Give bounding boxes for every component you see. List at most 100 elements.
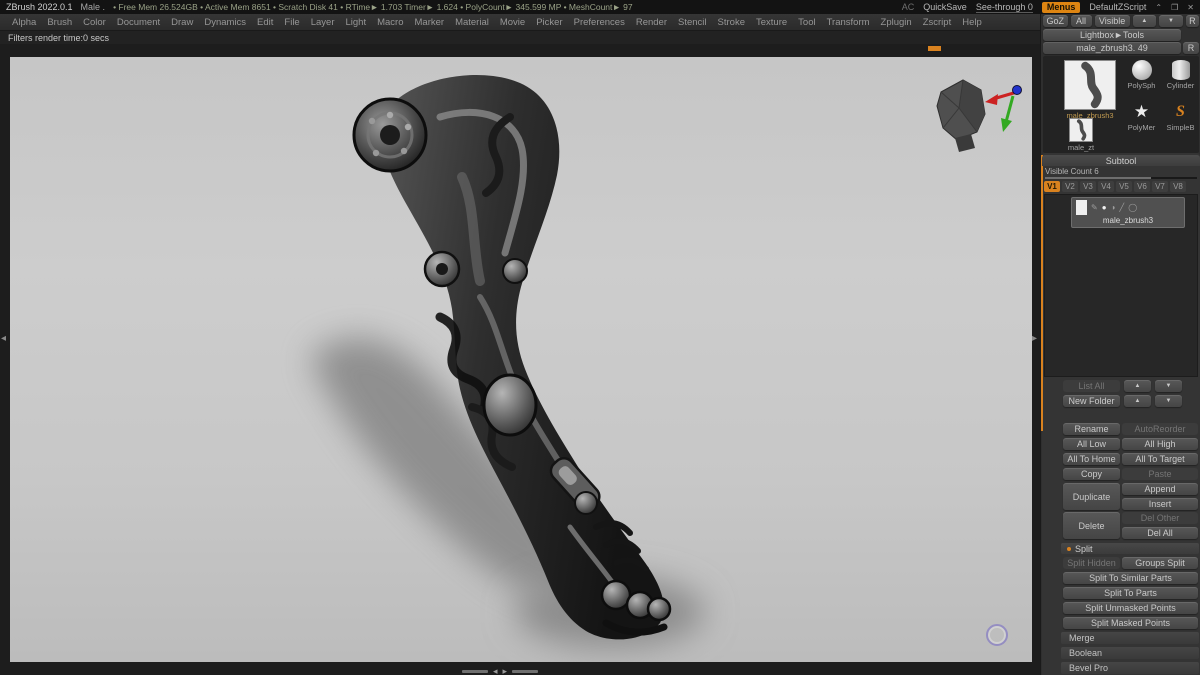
subtool-tab-v6[interactable]: V6 bbox=[1134, 181, 1150, 192]
tool-thumb-polysph[interactable]: PolySph bbox=[1123, 60, 1160, 90]
section-boolean[interactable]: Boolean bbox=[1061, 647, 1199, 659]
groups-split-button[interactable]: Groups Split bbox=[1122, 557, 1198, 569]
tool-thumb-simpleb[interactable]: SSimpleB bbox=[1162, 102, 1199, 132]
subtool-tab-v5[interactable]: V5 bbox=[1116, 181, 1132, 192]
menu-file[interactable]: File bbox=[284, 17, 299, 28]
mask-icon[interactable]: ╱ bbox=[1119, 203, 1124, 213]
menu-zscript[interactable]: Zscript bbox=[923, 17, 952, 28]
menu-document[interactable]: Document bbox=[117, 17, 160, 28]
restore-icon[interactable]: ❒ bbox=[1171, 3, 1178, 12]
menu-alpha[interactable]: Alpha bbox=[12, 17, 36, 28]
polypaint-icon[interactable]: ◑ bbox=[1111, 203, 1116, 213]
menu-brush[interactable]: Brush bbox=[47, 17, 72, 28]
insert-button[interactable]: Insert bbox=[1122, 498, 1198, 510]
section-merge[interactable]: Merge bbox=[1061, 632, 1199, 644]
section-bevel-pro[interactable]: Bevel Pro bbox=[1061, 662, 1199, 674]
all-to-home-button[interactable]: All To Home bbox=[1063, 453, 1120, 465]
split-to-similar-parts-button[interactable]: Split To Similar Parts bbox=[1063, 572, 1198, 584]
subtool-item[interactable]: ✎ ● ◑ ╱ ◯ male_zbrush3 bbox=[1071, 197, 1185, 228]
rename-button[interactable]: Rename bbox=[1063, 423, 1120, 435]
move-down-button[interactable]: ▼ bbox=[1155, 395, 1182, 407]
menu-macro[interactable]: Macro bbox=[377, 17, 403, 28]
scroll-right-icon[interactable]: ▸ bbox=[503, 666, 508, 675]
subtool-tab-v8[interactable]: V8 bbox=[1170, 181, 1186, 192]
tool-goz-button[interactable]: GoZ bbox=[1043, 15, 1068, 27]
menu-light[interactable]: Light bbox=[345, 17, 366, 28]
menu-marker[interactable]: Marker bbox=[415, 17, 445, 28]
menu-stroke[interactable]: Stroke bbox=[718, 17, 745, 28]
del-all-button[interactable]: Del All bbox=[1122, 527, 1198, 539]
palette-scroll-up-icon[interactable]: ▲ bbox=[1133, 15, 1157, 27]
del-other-button[interactable]: Del Other bbox=[1122, 512, 1198, 524]
subtool-tab-v3[interactable]: V3 bbox=[1080, 181, 1096, 192]
lightbox-tools-button[interactable]: Lightbox►Tools bbox=[1043, 29, 1181, 41]
minimize-icon[interactable]: ⌃ bbox=[1155, 3, 1162, 12]
subtool-tab-v4[interactable]: V4 bbox=[1098, 181, 1114, 192]
canvas-top-marker[interactable] bbox=[928, 46, 941, 51]
scrollbar-track-right[interactable] bbox=[512, 670, 538, 673]
ac-toggle[interactable]: AC bbox=[902, 2, 915, 12]
right-tray-arrow-icon[interactable]: ▸ bbox=[1032, 334, 1037, 344]
current-tool-button[interactable]: male_zbrush3. 49 bbox=[1043, 42, 1181, 54]
autoreorder-button[interactable]: AutoReorder bbox=[1122, 423, 1198, 435]
tool-all-button[interactable]: All bbox=[1071, 15, 1092, 27]
split-to-parts-button[interactable]: Split To Parts bbox=[1063, 587, 1198, 599]
seethrough-slider[interactable]: See-through 0 bbox=[976, 2, 1033, 13]
panel-r-button[interactable]: R bbox=[1186, 15, 1199, 27]
left-tray-arrow-icon[interactable]: ◂ bbox=[1, 334, 6, 344]
visible-count-track[interactable] bbox=[1045, 177, 1197, 179]
menu-stencil[interactable]: Stencil bbox=[678, 17, 707, 28]
copy-button[interactable]: Copy bbox=[1063, 468, 1120, 480]
paste-button[interactable]: Paste bbox=[1122, 468, 1198, 480]
move-up-button[interactable]: ▲ bbox=[1124, 395, 1151, 407]
menu-edit[interactable]: Edit bbox=[257, 17, 273, 28]
scrollbar-track-left[interactable] bbox=[462, 670, 488, 673]
scroll-left-icon[interactable]: ◂ bbox=[493, 666, 498, 675]
canvas-bottom-scrollbar[interactable]: ◂ ▸ bbox=[462, 666, 538, 675]
split-hidden-button[interactable]: Split Hidden bbox=[1063, 557, 1120, 569]
camera-head-gizmo[interactable] bbox=[905, 72, 1032, 162]
subtool-tab-v7[interactable]: V7 bbox=[1152, 181, 1168, 192]
document-canvas[interactable] bbox=[10, 57, 1032, 662]
select-down-button[interactable]: ▼ bbox=[1155, 380, 1182, 392]
menu-render[interactable]: Render bbox=[636, 17, 667, 28]
split-unmasked-points-button[interactable]: Split Unmasked Points bbox=[1063, 602, 1198, 614]
subtool-tab-v1[interactable]: V1 bbox=[1044, 181, 1060, 192]
tool-restore-button[interactable]: R bbox=[1183, 42, 1199, 54]
menu-draw[interactable]: Draw bbox=[171, 17, 193, 28]
split-section-header[interactable]: Split bbox=[1061, 543, 1199, 554]
all-low-button[interactable]: All Low bbox=[1063, 438, 1120, 450]
select-up-button[interactable]: ▲ bbox=[1124, 380, 1151, 392]
palette-scroll-down-icon[interactable]: ▼ bbox=[1159, 15, 1183, 27]
menu-layer[interactable]: Layer bbox=[311, 17, 335, 28]
list-all-button[interactable]: List All bbox=[1063, 380, 1120, 392]
visible-count-slider[interactable]: Visible Count 6 bbox=[1045, 167, 1197, 179]
menu-picker[interactable]: Picker bbox=[536, 17, 562, 28]
menu-help[interactable]: Help bbox=[962, 17, 982, 28]
sculpt-arm-model[interactable] bbox=[10, 57, 1032, 662]
tool-thumb-male-zbrush3[interactable]: male_zbrush3 bbox=[1061, 60, 1119, 120]
menu-movie[interactable]: Movie bbox=[500, 17, 525, 28]
edit-icon[interactable]: ✎ bbox=[1091, 203, 1098, 213]
menu-transform[interactable]: Transform bbox=[827, 17, 870, 28]
menu-zplugin[interactable]: Zplugin bbox=[881, 17, 912, 28]
subtool-tab-v2[interactable]: V2 bbox=[1062, 181, 1078, 192]
close-icon[interactable]: ✕ bbox=[1187, 3, 1194, 12]
menu-texture[interactable]: Texture bbox=[756, 17, 787, 28]
menu-preferences[interactable]: Preferences bbox=[574, 17, 625, 28]
tool-visible-button[interactable]: Visible bbox=[1095, 15, 1130, 27]
menu-color[interactable]: Color bbox=[83, 17, 106, 28]
visibility-eye-icon[interactable]: ● bbox=[1102, 203, 1107, 213]
all-to-target-button[interactable]: All To Target bbox=[1122, 453, 1198, 465]
subtool-header[interactable]: Subtool bbox=[1042, 155, 1200, 166]
delete-button[interactable]: Delete bbox=[1063, 512, 1120, 539]
all-high-button[interactable]: All High bbox=[1122, 438, 1198, 450]
palette-scrollbar[interactable] bbox=[1041, 155, 1043, 431]
duplicate-button[interactable]: Duplicate bbox=[1063, 483, 1120, 510]
tool-thumb-male-zt[interactable]: male_zt bbox=[1061, 118, 1101, 152]
menu-material[interactable]: Material bbox=[455, 17, 489, 28]
tool-thumb-cylinder[interactable]: Cylinder bbox=[1162, 60, 1199, 90]
append-button[interactable]: Append bbox=[1122, 483, 1198, 495]
ghost-icon[interactable]: ◯ bbox=[1128, 203, 1137, 213]
new-folder-button[interactable]: New Folder bbox=[1063, 395, 1120, 407]
